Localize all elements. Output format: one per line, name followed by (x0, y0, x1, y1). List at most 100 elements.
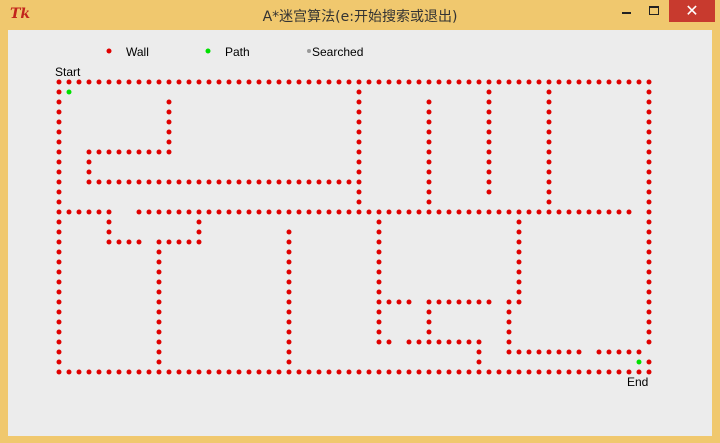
wall-dot (636, 349, 642, 355)
wall-dot (126, 149, 132, 155)
wall-dot (356, 159, 362, 165)
wall-dot (226, 179, 232, 185)
wall-dot (426, 159, 432, 165)
wall-dot (156, 249, 162, 255)
wall-dot (156, 179, 162, 185)
wall-dot (376, 369, 382, 375)
wall-dot (56, 79, 62, 85)
wall-dot (106, 79, 112, 85)
wall-dot (286, 239, 292, 245)
wall-dot (546, 89, 552, 95)
wall-dot (606, 79, 612, 85)
wall-dot (226, 209, 232, 215)
wall-dot (566, 369, 572, 375)
wall-dot (336, 79, 342, 85)
wall-dot (406, 79, 412, 85)
wall-dot (406, 339, 412, 345)
wall-dot (386, 339, 392, 345)
wall-dot (486, 99, 492, 105)
wall-dot (426, 179, 432, 185)
wall-dot (426, 329, 432, 335)
wall-dot (326, 369, 332, 375)
wall-dot (636, 79, 642, 85)
wall-dot (166, 99, 172, 105)
wall-dot (66, 79, 72, 85)
wall-dot (476, 359, 482, 365)
wall-dot (426, 169, 432, 175)
wall-dot (516, 259, 522, 265)
wall-dot (426, 199, 432, 205)
wall-dot (276, 79, 282, 85)
wall-dot (586, 79, 592, 85)
wall-dot (416, 79, 422, 85)
wall-dot (426, 189, 432, 195)
wall-dot (146, 209, 152, 215)
wall-dot (86, 209, 92, 215)
wall-dot (516, 79, 522, 85)
wall-dot (616, 349, 622, 355)
wall-dot (556, 349, 562, 355)
wall-dot (466, 339, 472, 345)
close-button[interactable]: ✕ (669, 0, 715, 22)
wall-dot (426, 149, 432, 155)
wall-dot (206, 179, 212, 185)
wall-dot (306, 179, 312, 185)
wall-dot (56, 159, 62, 165)
wall-dot (286, 279, 292, 285)
wall-dot (316, 209, 322, 215)
wall-dot (626, 209, 632, 215)
wall-dot (536, 209, 542, 215)
wall-dot (326, 179, 332, 185)
wall-dot (546, 79, 552, 85)
wall-dot (646, 259, 652, 265)
wall-dot (416, 369, 422, 375)
wall-dot (196, 229, 202, 235)
maximize-button[interactable] (640, 0, 668, 22)
wall-dot (316, 79, 322, 85)
wall-dot (646, 319, 652, 325)
wall-dot (546, 139, 552, 145)
maze-path (66, 89, 642, 365)
wall-dot (646, 119, 652, 125)
wall-dot (166, 139, 172, 145)
wall-dot (136, 239, 142, 245)
wall-dot (406, 369, 412, 375)
wall-dot (196, 209, 202, 215)
wall-dot (296, 179, 302, 185)
wall-dot (376, 209, 382, 215)
wall-dot (376, 79, 382, 85)
wall-dot (356, 369, 362, 375)
wall-dot (246, 79, 252, 85)
wall-dot (406, 299, 412, 305)
wall-dot (596, 349, 602, 355)
wall-dot (546, 199, 552, 205)
path-dot (66, 89, 72, 95)
wall-dot (146, 79, 152, 85)
wall-dot (516, 299, 522, 305)
minimize-button[interactable] (612, 0, 640, 22)
wall-dot (206, 369, 212, 375)
maze-canvas[interactable]: Wall Path Searched Start End (8, 30, 712, 436)
wall-dot (536, 79, 542, 85)
wall-dot (466, 79, 472, 85)
wall-dot (546, 369, 552, 375)
start-label: Start (55, 65, 81, 79)
title-bar[interactable]: Tk A*迷宫算法(e:开始搜索或退出) ✕ (0, 0, 720, 30)
wall-dot (176, 239, 182, 245)
wall-dot (146, 369, 152, 375)
wall-dot (396, 299, 402, 305)
maze-walls (56, 79, 652, 375)
wall-dot (506, 209, 512, 215)
legend-searched-label: Searched (312, 45, 363, 59)
wall-dot (426, 99, 432, 105)
wall-dot (646, 169, 652, 175)
wall-dot (426, 369, 432, 375)
wall-dot (246, 209, 252, 215)
wall-dot (286, 289, 292, 295)
wall-dot (506, 309, 512, 315)
wall-dot (486, 129, 492, 135)
wall-dot (56, 189, 62, 195)
wall-dot (346, 79, 352, 85)
wall-dot (516, 209, 522, 215)
wall-dot (126, 369, 132, 375)
